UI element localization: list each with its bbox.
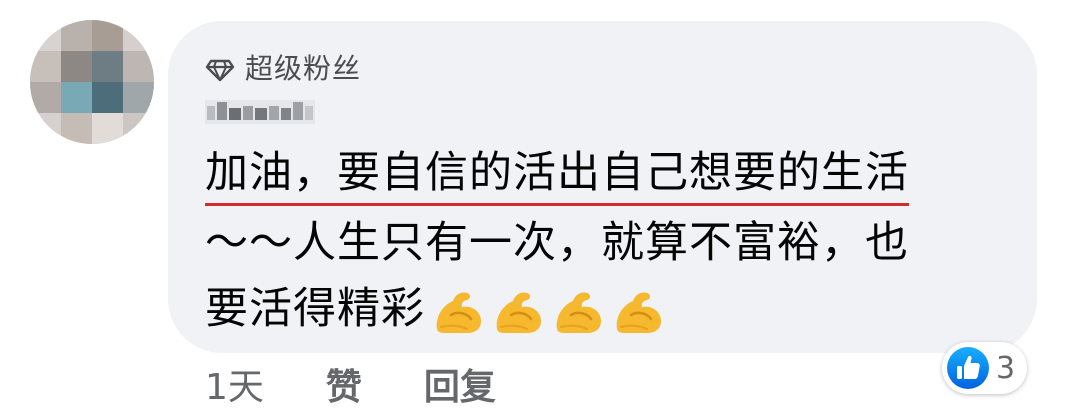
comment-timestamp[interactable]: 1天 (205, 358, 264, 410)
badge-label: 超级粉丝 (245, 52, 362, 85)
comment-line-3-text: 要活得精彩 (205, 284, 425, 334)
comment-line-1: 加油，要自信的活出自己想要的生活 (205, 143, 909, 206)
flexed-biceps-icon (496, 291, 541, 333)
comment-screen: 超级粉丝 加油，要自信的活出自己想要的生活 ～～人生只有一次，就算不富裕，也 要… (0, 0, 1074, 414)
flexed-biceps-icon (436, 291, 481, 333)
comment-line-3: 要活得精彩 (205, 276, 995, 342)
comment-line-2: ～～人生只有一次，就算不富裕，也 (205, 218, 909, 268)
diamond-icon (205, 59, 235, 82)
comment-actions: 1天 赞 回复 (205, 358, 496, 410)
flexed-biceps-icon (556, 291, 601, 333)
reaction-count: 3 (996, 350, 1016, 386)
like-thumb-icon (947, 347, 989, 389)
comment-text: 加油，要自信的活出自己想要的生活 ～～人生只有一次，就算不富裕，也 要活得精彩 (205, 140, 995, 342)
author-name-blurred[interactable] (205, 94, 315, 128)
flexed-biceps-icon (616, 291, 661, 333)
avatar-image (30, 20, 154, 144)
reaction-summary[interactable]: 3 (942, 342, 1028, 394)
reply-button[interactable]: 回复 (424, 358, 496, 410)
like-button[interactable]: 赞 (326, 358, 362, 410)
emoji-row (431, 285, 665, 339)
avatar[interactable] (30, 20, 154, 144)
top-fan-badge[interactable]: 超级粉丝 (205, 50, 361, 88)
